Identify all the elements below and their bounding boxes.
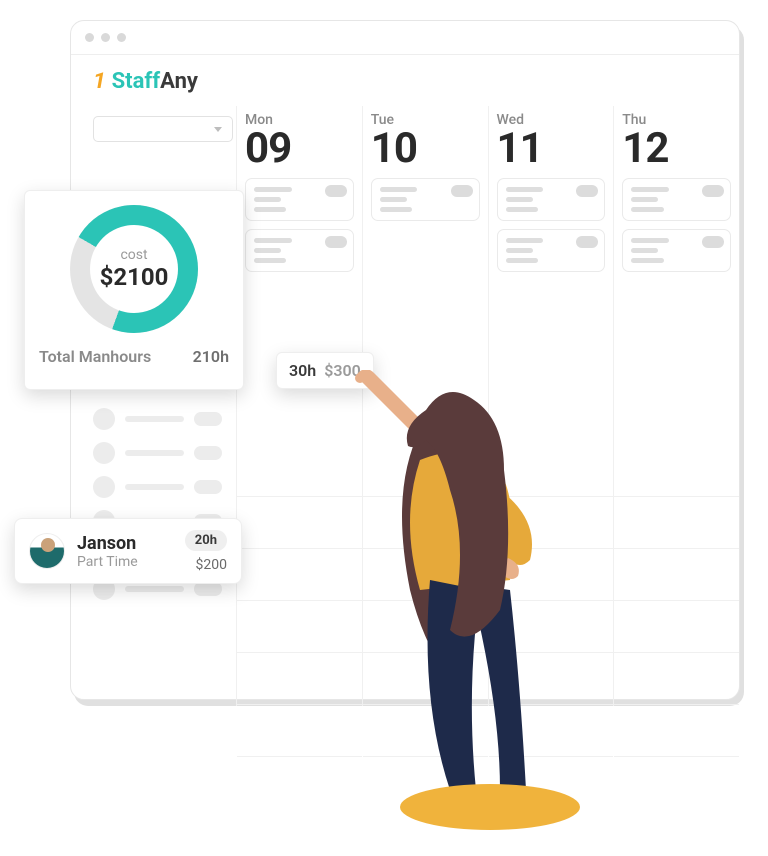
staff-hours-pill: 20h [185, 530, 227, 551]
window-dot [117, 33, 126, 42]
shift-card[interactable] [497, 178, 606, 221]
shift-card[interactable] [245, 229, 354, 272]
shift-card[interactable] [371, 178, 480, 221]
shift-card[interactable] [245, 178, 354, 221]
staff-row[interactable] [93, 402, 222, 436]
row-gridlines [237, 496, 362, 757]
hours-pill-placeholder [194, 446, 222, 460]
avatar-placeholder-icon [93, 442, 115, 464]
shift-card[interactable] [622, 178, 731, 221]
text-placeholder [125, 484, 184, 490]
cost-summary-card: cost $2100 Total Manhours 210h [24, 190, 244, 390]
day-column-tue[interactable]: Tue 10 [362, 106, 488, 706]
shift-card[interactable] [497, 229, 606, 272]
day-number: 12 [622, 128, 731, 170]
drag-handle-icon[interactable] [702, 236, 724, 248]
avatar-placeholder-icon [93, 408, 115, 430]
window-titlebar [71, 21, 739, 55]
day-column-thu[interactable]: Thu 12 [613, 106, 739, 706]
hours-pill-placeholder [194, 480, 222, 494]
staff-row[interactable] [93, 436, 222, 470]
row-gridlines [363, 496, 488, 757]
day-summary-amount: $300 [324, 361, 361, 380]
staff-avatar-icon [29, 533, 65, 569]
brand-name-b: Any [160, 69, 198, 94]
row-gridlines [489, 496, 614, 757]
brand-logo: 1 StaffAny [71, 55, 739, 100]
drag-handle-icon[interactable] [325, 236, 347, 248]
day-summary-tooltip: 30h $300 [276, 352, 374, 389]
cost-value: $2100 [100, 263, 169, 291]
day-number: 09 [245, 128, 354, 170]
staff-detail-card[interactable]: Janson Part Time 20h $200 [14, 518, 242, 584]
cost-label: cost [120, 247, 147, 263]
brand-name-a: Staff [112, 69, 161, 94]
staff-row[interactable] [93, 470, 222, 504]
manhours-label: Total Manhours [39, 347, 151, 366]
window-dot [85, 33, 94, 42]
avatar-placeholder-icon [93, 476, 115, 498]
drag-handle-icon[interactable] [576, 236, 598, 248]
manhours-value: 210h [193, 347, 229, 366]
cost-donut-chart: cost $2100 [70, 205, 198, 333]
filter-dropdown[interactable] [93, 116, 233, 142]
text-placeholder [125, 416, 184, 422]
text-placeholder [125, 586, 184, 592]
drag-handle-icon[interactable] [325, 185, 347, 197]
row-gridlines [614, 496, 739, 757]
brand-mark-icon: 1 [91, 69, 108, 94]
drag-handle-icon[interactable] [702, 185, 724, 197]
shift-card[interactable] [622, 229, 731, 272]
staff-name: Janson [77, 533, 173, 554]
day-column-mon[interactable]: Mon 09 [236, 106, 362, 706]
drag-handle-icon[interactable] [576, 185, 598, 197]
day-number: 11 [497, 128, 606, 170]
staff-cost: $200 [185, 557, 227, 573]
text-placeholder [125, 450, 184, 456]
day-column-wed[interactable]: Wed 11 [488, 106, 614, 706]
drag-handle-icon[interactable] [451, 185, 473, 197]
hours-pill-placeholder [194, 412, 222, 426]
window-dot [101, 33, 110, 42]
hours-pill-placeholder [194, 582, 222, 596]
day-summary-hours: 30h [289, 361, 316, 380]
day-number: 10 [371, 128, 480, 170]
staff-role: Part Time [77, 554, 173, 570]
brand-name: StaffAny [112, 69, 198, 94]
